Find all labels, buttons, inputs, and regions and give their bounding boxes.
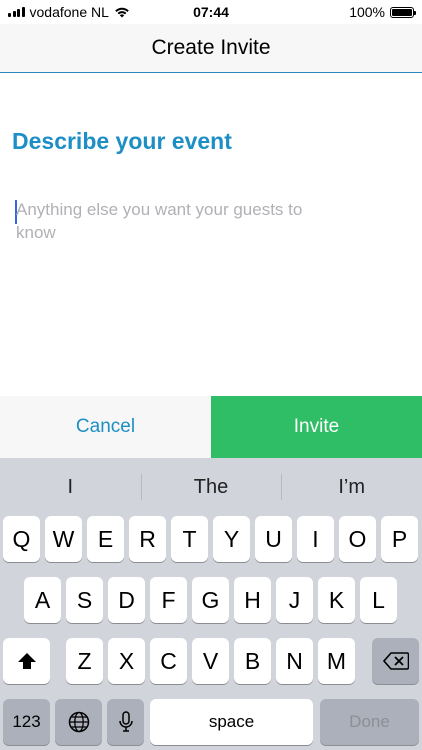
status-right: 100% [349,4,416,20]
suggestion-bar: I The I’m [0,458,422,516]
key-p[interactable]: P [381,516,418,562]
cancel-button[interactable]: Cancel [0,396,211,458]
key-y[interactable]: Y [213,516,250,562]
key-c[interactable]: C [150,638,187,684]
battery-icon [390,6,416,18]
done-key[interactable]: Done [320,699,419,745]
key-d[interactable]: D [108,577,145,623]
key-q[interactable]: Q [3,516,40,562]
microphone-icon [118,711,133,732]
globe-icon [68,711,89,733]
key-t[interactable]: T [171,516,208,562]
key-n[interactable]: N [276,638,313,684]
status-left: vodafone NL [8,4,130,20]
invite-button[interactable]: Invite [211,396,422,458]
key-l[interactable]: L [360,577,397,623]
page-title: Create Invite [151,36,271,59]
wifi-icon [115,7,129,18]
space-key[interactable]: space [150,699,313,745]
description-textarea[interactable]: Anything else you want your guests to kn… [16,198,336,244]
key-m[interactable]: M [318,638,355,684]
key-u[interactable]: U [255,516,292,562]
key-r[interactable]: R [129,516,166,562]
keyboard: I The I’m Q W E R T Y U I O P A S D F G H J K L Z X C V B N M 123 s… [0,458,422,750]
key-e[interactable]: E [87,516,124,562]
key-b[interactable]: B [234,638,271,684]
signal-icon [8,7,25,17]
globe-key[interactable] [55,699,102,745]
key-j[interactable]: J [276,577,313,623]
suggestion-item[interactable]: The [140,458,282,516]
shift-icon [17,653,36,669]
key-o[interactable]: O [339,516,376,562]
status-bar: vodafone NL 07:44 100% [0,0,422,24]
key-a[interactable]: A [24,577,61,623]
backspace-icon [382,652,409,670]
carrier-label: vodafone NL [29,4,109,20]
key-s[interactable]: S [66,577,103,623]
key-z[interactable]: Z [66,638,103,684]
shift-key[interactable] [3,638,50,684]
microphone-key[interactable] [107,699,144,745]
suggestion-item[interactable]: I’m [281,458,422,516]
key-i[interactable]: I [297,516,334,562]
key-v[interactable]: V [192,638,229,684]
action-bar: Cancel Invite [0,396,422,458]
key-g[interactable]: G [192,577,229,623]
numbers-key[interactable]: 123 [3,699,50,745]
battery-percent: 100% [349,4,385,20]
key-f[interactable]: F [150,577,187,623]
key-k[interactable]: K [318,577,355,623]
backspace-key[interactable] [372,638,419,684]
key-w[interactable]: W [45,516,82,562]
suggestion-item[interactable]: I [0,458,141,516]
navigation-bar: Create Invite [0,24,422,73]
key-x[interactable]: X [108,638,145,684]
key-h[interactable]: H [234,577,271,623]
section-heading: Describe your event [12,128,232,154]
